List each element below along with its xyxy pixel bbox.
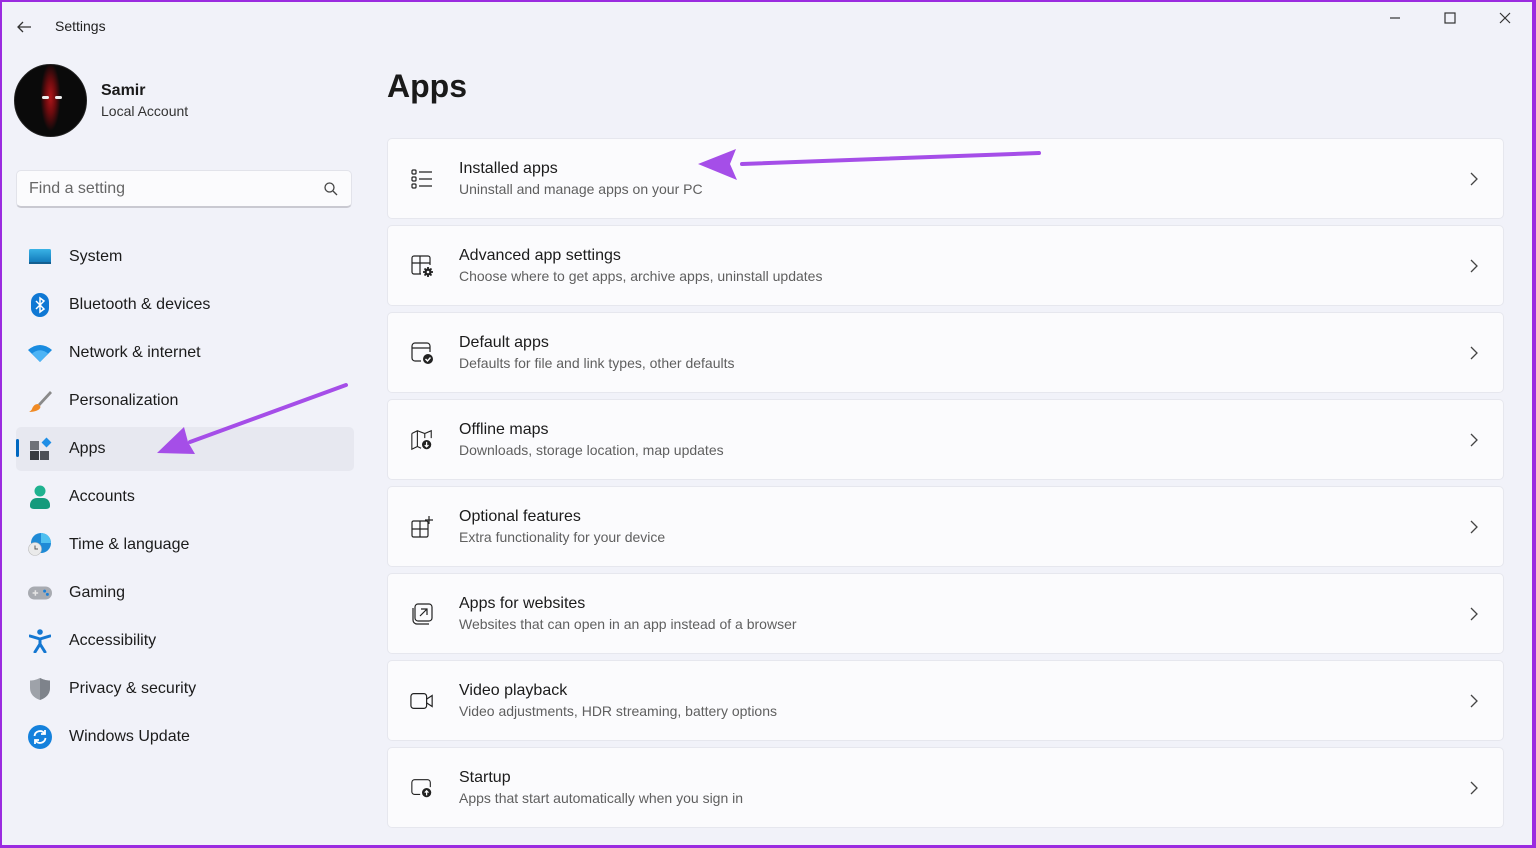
card-default-apps[interactable]: Default apps Defaults for file and link … bbox=[387, 312, 1504, 393]
card-title: Default apps bbox=[459, 334, 549, 351]
card-advanced-app-settings[interactable]: Advanced app settings Choose where to ge… bbox=[387, 225, 1504, 306]
search-input[interactable] bbox=[29, 179, 323, 198]
window-controls bbox=[1367, 2, 1532, 34]
chevron-right-icon bbox=[1470, 781, 1478, 795]
card-video-playback[interactable]: Video playback Video adjustments, HDR st… bbox=[387, 660, 1504, 741]
close-icon bbox=[1499, 12, 1510, 24]
sidebar-item-label: System bbox=[69, 248, 123, 265]
search-box bbox=[16, 170, 352, 208]
card-description: Apps that start automatically when you s… bbox=[459, 790, 744, 806]
search-icon[interactable] bbox=[323, 181, 339, 197]
accessibility-icon bbox=[28, 629, 52, 653]
card-startup[interactable]: Startup Apps that start automatically wh… bbox=[387, 747, 1504, 828]
globe-clock-icon bbox=[28, 533, 52, 557]
update-icon bbox=[28, 725, 52, 749]
system-icon bbox=[28, 245, 52, 269]
maximize-button[interactable] bbox=[1422, 2, 1477, 34]
card-apps-for-websites[interactable]: Apps for websites Websites that can open… bbox=[387, 573, 1504, 654]
chevron-right-icon bbox=[1470, 433, 1478, 447]
person-icon bbox=[28, 485, 52, 509]
sidebar-item-label: Windows Update bbox=[69, 728, 190, 745]
avatar-eye-left bbox=[42, 96, 49, 99]
card-description: Choose where to get apps, archive apps, … bbox=[459, 268, 823, 284]
user-profile[interactable]: Samir Local Account bbox=[14, 64, 188, 137]
bluetooth-icon bbox=[28, 293, 52, 317]
sidebar-item-label: Accounts bbox=[69, 488, 135, 505]
chevron-right-icon bbox=[1470, 607, 1478, 621]
back-arrow-icon bbox=[17, 21, 31, 33]
sidebar-item-label: Privacy & security bbox=[69, 680, 197, 697]
settings-window: Settings Samir Local Account Find a sett… bbox=[2, 2, 1532, 845]
apps-icon bbox=[28, 437, 52, 461]
sidebar-nav: System Bluetooth & devices Network & int… bbox=[16, 235, 354, 763]
back-button[interactable] bbox=[12, 15, 36, 39]
card-description: Downloads, storage location, map updates bbox=[459, 442, 724, 458]
card-optional-features[interactable]: Optional features Extra functionality fo… bbox=[387, 486, 1504, 567]
card-title: Offline maps bbox=[459, 421, 549, 438]
sidebar-item-label: Network & internet bbox=[69, 344, 201, 361]
card-description: Uninstall and manage apps on your PC bbox=[459, 181, 703, 197]
card-description: Video adjustments, HDR streaming, batter… bbox=[459, 703, 778, 719]
paintbrush-icon bbox=[28, 389, 52, 413]
sidebar-item-system[interactable]: System bbox=[16, 235, 354, 279]
window-startup-icon bbox=[410, 776, 434, 800]
sidebar-item-label: Personalization bbox=[69, 392, 179, 409]
sidebar-item-time-language[interactable]: Time & language bbox=[16, 523, 354, 567]
chevron-right-icon bbox=[1470, 694, 1478, 708]
sidebar-item-personalization[interactable]: Personalization bbox=[16, 379, 354, 423]
minimize-button[interactable] bbox=[1367, 2, 1422, 34]
sidebar-item-label: Time & language bbox=[69, 536, 190, 553]
window-gear-icon bbox=[410, 254, 434, 278]
sidebar-item-bluetooth[interactable]: Bluetooth & devices bbox=[16, 283, 354, 327]
wifi-icon bbox=[28, 341, 52, 365]
card-offline-maps[interactable]: Offline maps Downloads, storage location… bbox=[387, 399, 1504, 480]
sidebar-item-apps[interactable]: Apps bbox=[16, 427, 354, 471]
card-title: Installed apps bbox=[459, 160, 558, 177]
page-title: Apps bbox=[387, 68, 467, 104]
card-description: Websites that can open in an app instead… bbox=[459, 616, 797, 632]
sidebar-item-windows-update[interactable]: Windows Update bbox=[16, 715, 354, 759]
sidebar-item-label: Bluetooth & devices bbox=[69, 296, 211, 313]
avatar bbox=[14, 64, 87, 137]
card-description: Defaults for file and link types, other … bbox=[459, 355, 735, 371]
chevron-right-icon bbox=[1470, 259, 1478, 273]
grid-plus-icon bbox=[410, 515, 434, 539]
chevron-right-icon bbox=[1470, 346, 1478, 360]
avatar-eye-right bbox=[55, 96, 62, 99]
sidebar-item-privacy-security[interactable]: Privacy & security bbox=[16, 667, 354, 711]
sidebar-item-accounts[interactable]: Accounts bbox=[16, 475, 354, 519]
sidebar-item-accessibility[interactable]: Accessibility bbox=[16, 619, 354, 663]
minimize-icon bbox=[1389, 17, 1400, 19]
maximize-icon bbox=[1443, 12, 1456, 24]
sidebar-item-label: Gaming bbox=[69, 584, 126, 601]
card-title: Startup bbox=[459, 769, 511, 786]
sidebar-item-network[interactable]: Network & internet bbox=[16, 331, 354, 375]
sidebar-item-label: Accessibility bbox=[69, 632, 157, 649]
card-description: Extra functionality for your device bbox=[459, 529, 666, 545]
shield-icon bbox=[28, 677, 52, 701]
title-bar: Settings bbox=[2, 2, 1532, 50]
close-button[interactable] bbox=[1477, 2, 1532, 34]
card-title: Advanced app settings bbox=[459, 247, 621, 264]
list-icon bbox=[410, 167, 434, 191]
map-download-icon bbox=[410, 428, 434, 452]
profile-account-type: Local Account bbox=[101, 103, 189, 119]
settings-card-list: Installed apps Uninstall and manage apps… bbox=[387, 138, 1504, 834]
sidebar-item-label: Apps bbox=[69, 440, 106, 457]
card-title: Video playback bbox=[459, 682, 568, 699]
video-camera-icon bbox=[410, 689, 434, 713]
open-external-icon bbox=[410, 602, 434, 626]
card-title: Optional features bbox=[459, 508, 581, 525]
profile-name: Samir bbox=[101, 82, 146, 99]
chevron-right-icon bbox=[1470, 520, 1478, 534]
sidebar-item-gaming[interactable]: Gaming bbox=[16, 571, 354, 615]
card-title: Apps for websites bbox=[459, 595, 586, 612]
card-installed-apps[interactable]: Installed apps Uninstall and manage apps… bbox=[387, 138, 1504, 219]
gamepad-icon bbox=[28, 581, 52, 605]
chevron-right-icon bbox=[1470, 172, 1478, 186]
window-check-icon bbox=[410, 341, 434, 365]
app-title: Settings bbox=[55, 18, 106, 34]
